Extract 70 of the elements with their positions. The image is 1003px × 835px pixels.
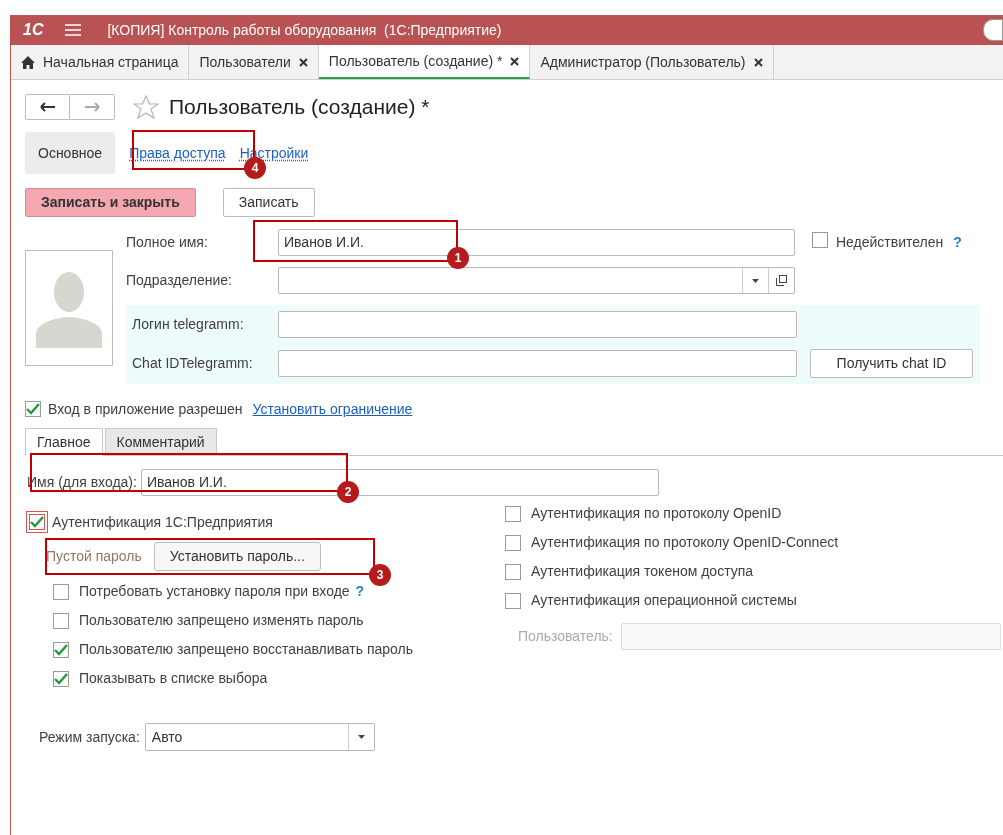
checkbox[interactable] — [53, 670, 69, 687]
checkmark-icon — [26, 403, 40, 415]
checkmark-icon — [30, 516, 44, 528]
save-and-close-button[interactable]: Записать и закрыть — [25, 188, 196, 217]
checkbox-label: Аутентификация по протоколу OpenID — [531, 504, 782, 523]
caret-icon — [357, 735, 365, 739]
checkmark-icon — [54, 672, 68, 685]
close-icon[interactable] — [753, 57, 763, 67]
launch-mode-dropdown[interactable]: Авто — [144, 723, 375, 751]
help-link[interactable]: ? — [953, 232, 962, 253]
field-label: Режим запуска: — [39, 727, 140, 747]
tab[interactable]: Пользователь (создание) * — [318, 45, 531, 79]
section-link[interactable]: Основное — [25, 132, 116, 174]
checkbox[interactable] — [53, 612, 69, 629]
form-title: Пользователь (создание) * — [169, 94, 430, 121]
search-field[interactable] — [983, 19, 1003, 41]
checkbox[interactable] — [505, 534, 521, 551]
app-logo: 1С — [23, 20, 44, 40]
checkbox-label: Пользователю запрещено изменять пароль — [79, 611, 364, 630]
checkbox[interactable] — [505, 592, 521, 609]
close-icon[interactable] — [510, 56, 520, 66]
tab[interactable]: Комментарий — [104, 428, 217, 456]
field-label: Пользователь: — [518, 627, 613, 646]
password-status: Пустой пароль — [46, 546, 142, 566]
department-field[interactable] — [278, 267, 795, 294]
checkmark-icon — [54, 643, 68, 656]
field-label: Chat IDTelegramm: — [132, 354, 254, 373]
field-label: Подразделение: — [126, 271, 233, 290]
chat-id-field[interactable] — [278, 350, 797, 377]
checkbox[interactable] — [812, 231, 828, 248]
set-password-button[interactable]: Установить пароль... — [153, 541, 321, 571]
annotation-badge: 2 — [337, 481, 359, 503]
close-icon[interactable] — [298, 57, 308, 67]
tab[interactable]: Главное — [25, 428, 103, 456]
star-icon[interactable] — [133, 94, 159, 120]
checkbox-label: Аутентификация токеном доступа — [531, 562, 754, 581]
set-restriction-link[interactable]: Установить ограничение — [252, 398, 413, 420]
telegram-login-field[interactable] — [278, 311, 797, 338]
os-user-field[interactable] — [620, 623, 1001, 650]
save-button[interactable]: Записать — [222, 188, 315, 217]
help-link[interactable]: ? — [355, 581, 365, 602]
checkbox-label: Показывать в списке выбора — [79, 669, 268, 688]
open-window-icon — [776, 275, 787, 286]
checkbox-label: Вход в приложение разрешен — [48, 399, 243, 419]
right-arrow-icon — [84, 102, 100, 112]
checkbox-label: Аутентификация 1С:Предприятия — [52, 512, 273, 532]
checkbox[interactable] — [505, 505, 521, 522]
field-label: Логин telegramm: — [132, 315, 245, 334]
field-label: Полное имя: — [126, 233, 209, 252]
get-chat-id-button[interactable]: Получить chat ID — [810, 349, 973, 378]
checkbox-label: Потребовать установку пароля при входе — [79, 582, 350, 601]
checkbox[interactable] — [505, 563, 521, 580]
window-title: [КОПИЯ] Контроль работы оборудования (1С:Предприятие) — [107, 20, 502, 40]
tab[interactable]: Начальная страница — [11, 45, 190, 79]
checkbox-label: Аутентификация операционной системы — [531, 591, 797, 610]
checkbox[interactable] — [29, 514, 45, 530]
tab[interactable]: Администратор (Пользователь) — [530, 45, 774, 79]
back-button[interactable] — [25, 94, 70, 120]
annotation-badge: 3 — [369, 564, 391, 586]
checkbox-label: Недействителен — [836, 233, 944, 252]
left-arrow-icon — [39, 102, 56, 112]
checkbox[interactable] — [53, 583, 69, 600]
checkbox-label: Аутентификация по протоколу OpenID-Connect — [531, 533, 839, 552]
checkbox[interactable] — [53, 641, 69, 658]
tab[interactable]: Пользователи — [189, 45, 319, 79]
checkbox-label: Пользователю запрещено восстанавливать пароль — [79, 640, 414, 659]
home-icon — [21, 55, 35, 69]
menu-icon[interactable] — [65, 24, 82, 36]
caret-icon — [752, 278, 759, 283]
checkbox[interactable] — [25, 401, 41, 417]
